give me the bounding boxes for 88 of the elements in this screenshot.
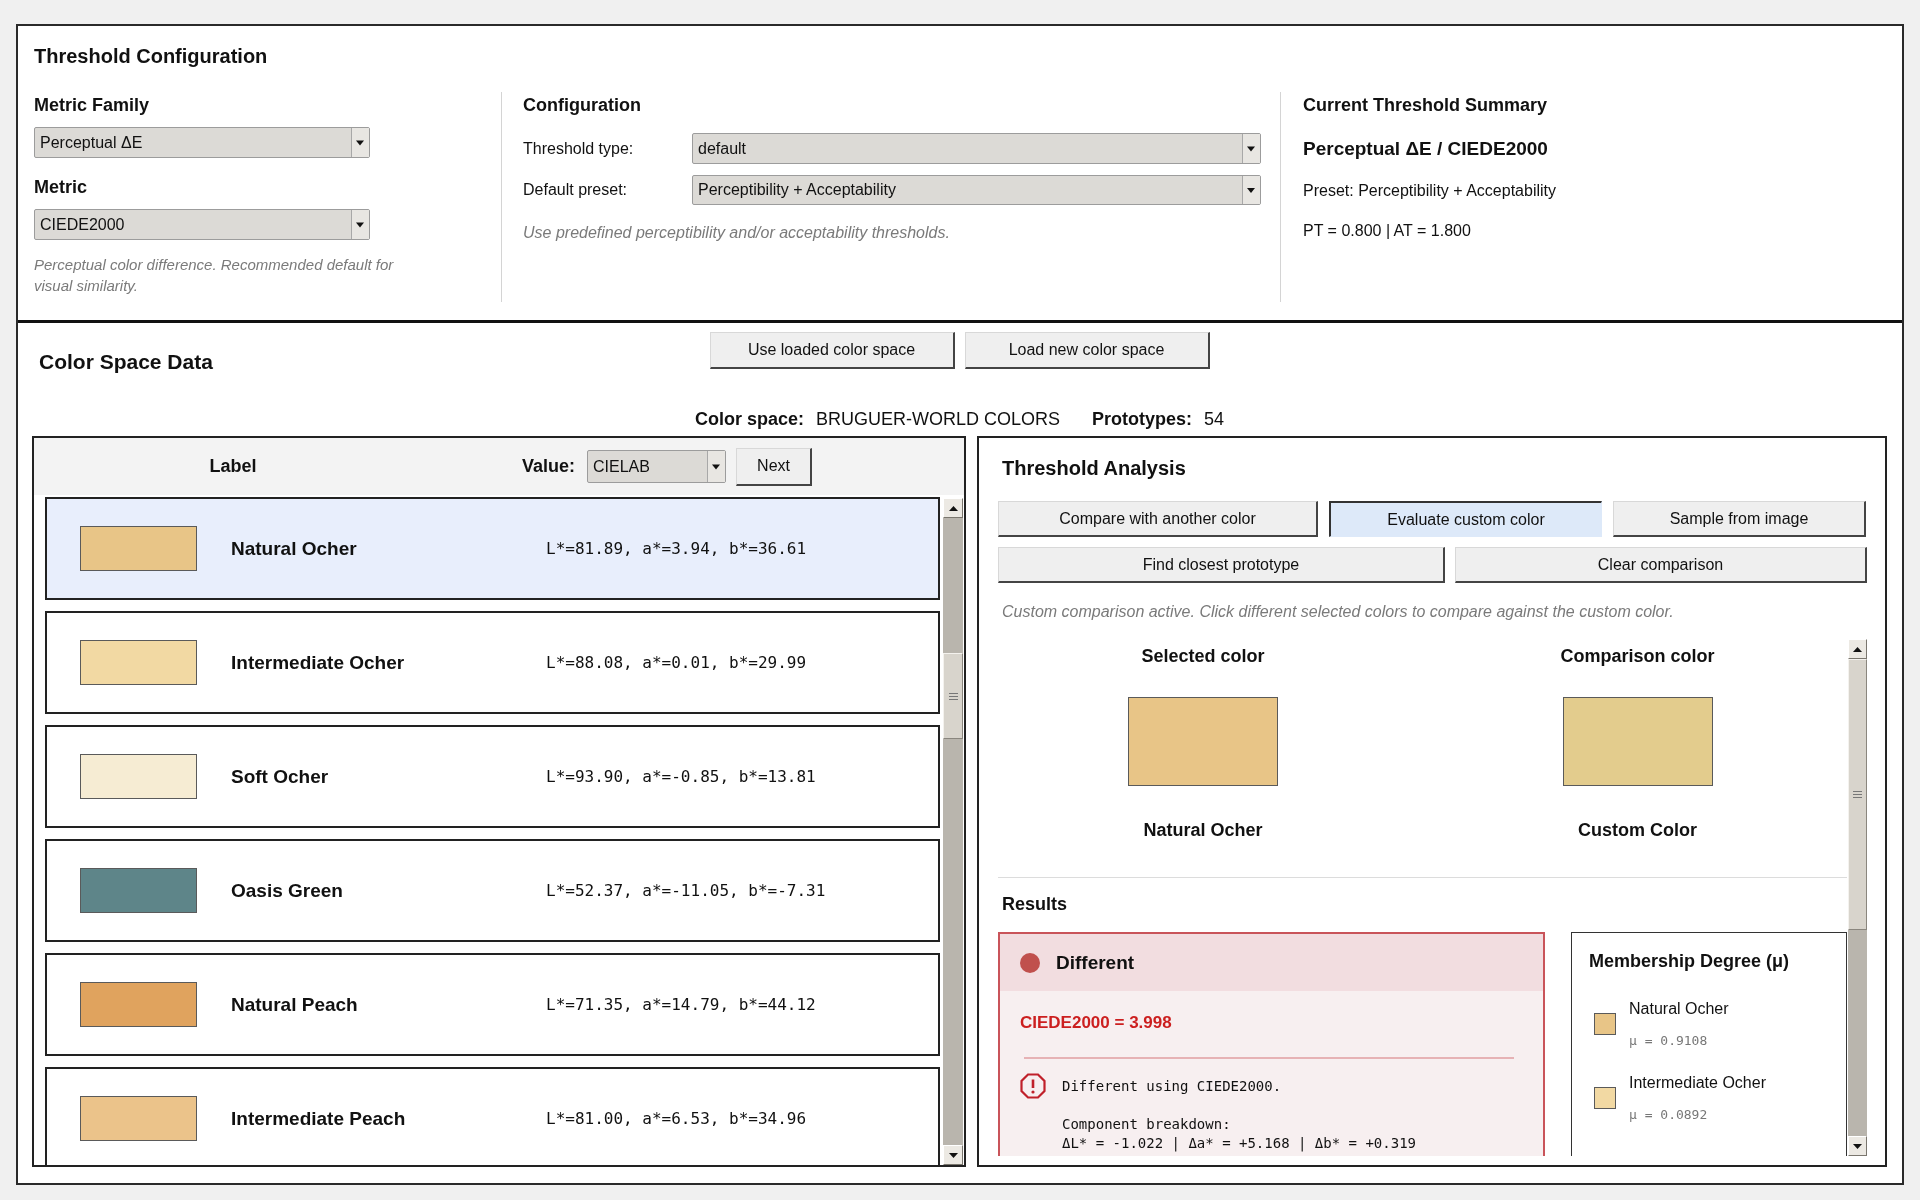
status-note: Custom comparison active. Click different selected colors to compare against the custom color. xyxy=(1001,602,1675,622)
column-header: Value: xyxy=(522,456,576,477)
metric-dropdown[interactable]: CIEDE2000 xyxy=(34,209,370,240)
color-name: Oasis Green xyxy=(231,879,344,902)
color-row[interactable]: Natural Peach L*=71.35, a*=14.79, b*=44.12 xyxy=(45,953,940,1056)
color-row[interactable]: Natural Ocher L*=81.89, a*=3.94, b*=36.61 xyxy=(45,497,940,600)
membership-name: Natural Ocher xyxy=(1629,999,1729,1019)
select-dropdown[interactable]: Perceptibility + Acceptability xyxy=(692,175,1261,205)
scrollbar-thumb[interactable] xyxy=(943,653,963,739)
lab-value: L*=81.00, a*=6.53, b*=34.96 xyxy=(546,1109,807,1128)
color-row[interactable]: Oasis Green L*=52.37, a*=-11.05, b*=-7.31 xyxy=(45,839,940,942)
lab-value: L*=71.35, a*=14.79, b*=44.12 xyxy=(546,995,816,1014)
next-button[interactable]: Next xyxy=(736,447,813,486)
scroll-up-button[interactable] xyxy=(943,498,963,518)
summary-thresholds: PT = 0.800 | AT = 1.800 xyxy=(1303,221,1471,241)
caret-down-icon[interactable] xyxy=(707,451,726,482)
result-status: Different xyxy=(1056,951,1135,974)
lab-value: L*=81.89, a*=3.94, b*=36.61 xyxy=(546,539,807,558)
section-title: Threshold Configuration xyxy=(34,44,269,68)
scroll-down-button[interactable] xyxy=(943,1145,963,1165)
grip-lines-icon xyxy=(948,692,958,700)
status-dot-icon xyxy=(1020,952,1040,973)
field-label: Metric Family xyxy=(34,94,150,116)
scroll-down-button[interactable] xyxy=(1848,1136,1867,1156)
color-name: Intermediate Peach xyxy=(231,1107,407,1130)
panel-title: Threshold Analysis xyxy=(1001,456,1187,480)
column-header: Label xyxy=(208,456,258,477)
scrollbar[interactable] xyxy=(1848,639,1867,1156)
lab-value: L*=93.90, a*=-0.85, b*=13.81 xyxy=(546,767,816,786)
scroll-up-button[interactable] xyxy=(1848,639,1867,659)
mode-button[interactable]: Sample from image xyxy=(1613,501,1866,537)
metric-family-dropdown[interactable]: Perceptual ΔE xyxy=(34,127,370,158)
scrollbar[interactable] xyxy=(943,498,963,1165)
compare-heading: Selected color xyxy=(1141,645,1265,667)
field-label: Default preset: xyxy=(523,181,629,199)
color-name: Natural Ocher xyxy=(231,537,358,560)
membership-title: Membership Degree (μ) xyxy=(1589,950,1791,972)
action-button[interactable]: Find closest prototype xyxy=(998,547,1445,583)
summary-heading: Perceptual ΔE / CIEDE2000 xyxy=(1303,138,1548,160)
color-space-button[interactable]: Use loaded color space xyxy=(709,332,955,369)
compare-heading: Comparison color xyxy=(1560,645,1715,667)
grip-lines-icon xyxy=(1853,791,1862,798)
color-row[interactable]: Intermediate Peach L*=81.00, a*=6.53, b*=34.96 xyxy=(45,1067,940,1165)
compare-color-name: Custom Color xyxy=(1578,819,1697,841)
caret-down-icon[interactable] xyxy=(351,128,369,157)
caret-down-icon[interactable] xyxy=(351,210,369,239)
alert-icon xyxy=(1020,1073,1046,1099)
color-row[interactable]: Soft Ocher L*=93.90, a*=-0.85, b*=13.81 xyxy=(45,725,940,828)
color-name: Soft Ocher xyxy=(231,765,330,788)
triangle-up-icon xyxy=(1853,646,1862,652)
caret-down-icon[interactable] xyxy=(1242,134,1260,163)
field-label: Threshold type: xyxy=(523,139,635,158)
breakdown-values: ΔL* = -1.022 | Δa* = +5.168 | Δb* = +0.319 xyxy=(1062,1134,1416,1153)
triangle-down-icon xyxy=(1853,1143,1862,1149)
color-row[interactable]: Intermediate Ocher L*=88.08, a*=0.01, b*=29.99 xyxy=(45,611,940,714)
scrollbar-thumb[interactable] xyxy=(1848,659,1867,930)
compare-color-name: Natural Ocher xyxy=(1143,819,1263,841)
select-dropdown[interactable]: default xyxy=(692,133,1261,164)
color-space-button[interactable]: Load new color space xyxy=(964,332,1210,369)
result-message: Different using CIEDE2000. xyxy=(1062,1077,1283,1096)
result-score: CIEDE2000 = 3.998 xyxy=(1020,1013,1173,1033)
color-name: Natural Peach xyxy=(231,993,359,1016)
field-label: Metric xyxy=(34,176,87,198)
summary-title: Current Threshold Summary xyxy=(1303,94,1548,116)
color-name: Intermediate Ocher xyxy=(231,651,406,674)
membership-name: Intermediate Ocher xyxy=(1629,1073,1766,1093)
value-format-dropdown[interactable]: CIELAB xyxy=(587,450,727,483)
field-label: Configuration xyxy=(523,94,641,116)
caret-down-icon[interactable] xyxy=(1242,176,1260,204)
lab-value: L*=52.37, a*=-11.05, b*=-7.31 xyxy=(546,881,826,900)
summary-preset: Preset: Perceptibility + Acceptability xyxy=(1303,181,1556,201)
results-title: Results xyxy=(1001,893,1069,915)
prototypes-value: 54 xyxy=(1204,408,1225,430)
membership-value: μ = 0.0892 xyxy=(1629,1107,1709,1123)
triangle-down-icon xyxy=(948,1152,958,1158)
section-title: Color Space Data xyxy=(38,350,214,374)
color-space-value: BRUGUER-WORLD COLORS xyxy=(815,408,1060,430)
help-text: Use predefined perceptibility and/or acceptability thresholds. xyxy=(523,223,950,243)
mode-button[interactable]: Evaluate custom color xyxy=(1329,501,1602,537)
triangle-up-icon xyxy=(948,505,958,511)
lab-value: L*=88.08, a*=0.01, b*=29.99 xyxy=(546,653,807,672)
membership-value: μ = 0.9108 xyxy=(1629,1033,1709,1049)
action-button[interactable]: Clear comparison xyxy=(1455,547,1867,583)
prototypes-label: Prototypes: xyxy=(1092,408,1192,430)
help-text: Perceptual color difference. Recommended default for visual similarity. xyxy=(34,255,395,296)
color-space-label: Color space: xyxy=(694,408,804,430)
mode-button[interactable]: Compare with another color xyxy=(998,501,1318,537)
breakdown-title: Component breakdown: xyxy=(1062,1115,1232,1134)
